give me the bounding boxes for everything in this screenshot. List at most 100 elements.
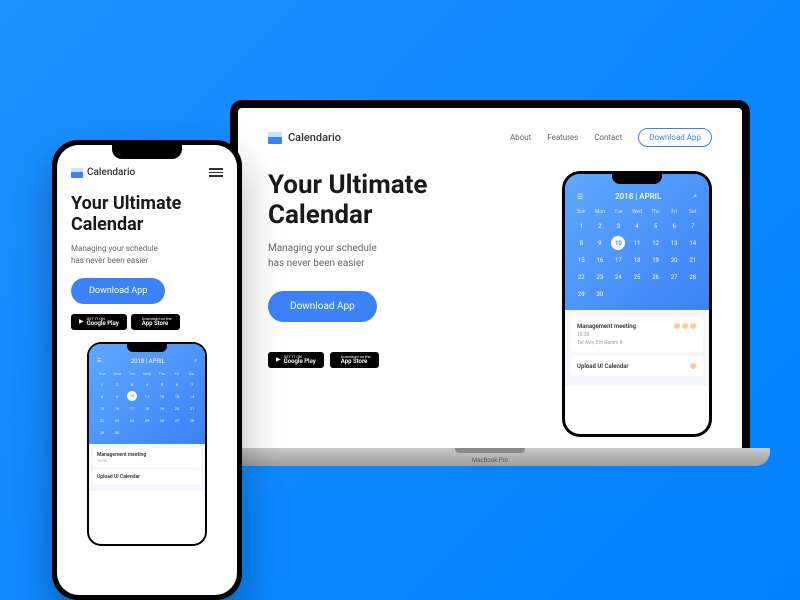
calendar-date[interactable]: 19 (155, 403, 169, 414)
calendar-date[interactable]: 3 (610, 219, 627, 234)
calendar-date[interactable]: 20 (666, 253, 683, 268)
nav-contact[interactable]: Contact (594, 133, 622, 142)
calendar-date[interactable]: 21 (684, 253, 701, 268)
desktop-header: Calendario About Features Contact Downlo… (268, 128, 712, 147)
calendar-date[interactable]: 13 (170, 391, 184, 402)
calendar-date[interactable]: 26 (647, 270, 664, 285)
calendar-date[interactable]: 25 (140, 415, 154, 426)
phone-notch (127, 344, 167, 352)
avatar (681, 322, 689, 330)
calendar-date[interactable]: 13 (666, 236, 683, 251)
event-item[interactable]: Upload UI Calendar (571, 356, 703, 376)
nav-about[interactable]: About (510, 133, 531, 142)
calendar-date[interactable]: 4 (629, 219, 646, 234)
hero-sub-l1: Managing your schedule (268, 243, 377, 254)
calendar-weekdays: SunMonTueWedThuFriSat (95, 371, 199, 376)
event-item[interactable]: Management meeting 10:30 Tel Aviv, Ein G… (571, 316, 703, 352)
calendar-date[interactable]: 23 (592, 270, 609, 285)
calendar-date[interactable]: 28 (185, 415, 199, 426)
calendar-date[interactable]: 21 (185, 403, 199, 414)
calendar-date[interactable]: 8 (573, 236, 590, 251)
menu-icon[interactable]: ☰ (97, 358, 101, 365)
calendar-date[interactable]: 27 (170, 415, 184, 426)
calendar-date[interactable]: 30 (592, 287, 609, 302)
calendar-date[interactable]: 4 (140, 379, 154, 390)
menu-icon[interactable]: ☰ (577, 193, 583, 201)
event-item[interactable]: Management meeting10:30 (93, 448, 201, 467)
app-store-badge[interactable]: Download on theApp Store (131, 314, 180, 330)
calendar-date[interactable]: 22 (95, 415, 109, 426)
calendar-date[interactable]: 26 (155, 415, 169, 426)
calendar-date[interactable]: 1 (573, 219, 590, 234)
calendar-date[interactable]: 25 (629, 270, 646, 285)
calendar-date[interactable]: 14 (684, 236, 701, 251)
calendar-date[interactable]: 11 (140, 391, 154, 402)
calendar-date[interactable]: 7 (185, 379, 199, 390)
calendar-date[interactable]: 30 (110, 427, 124, 438)
event-list: Management meeting 10:30 Tel Aviv, Ein G… (565, 310, 709, 386)
calendar-date[interactable]: 12 (155, 391, 169, 402)
hero-headline: Your Ultimate Calendar (71, 194, 223, 235)
calendar-date[interactable]: 16 (592, 253, 609, 268)
calendar-date[interactable]: 23 (110, 415, 124, 426)
hero-cta-button[interactable]: Download App (71, 278, 165, 304)
laptop-screen: Calendario About Features Contact Downlo… (238, 108, 742, 448)
calendar-date[interactable]: 6 (666, 219, 683, 234)
event-item[interactable]: Upload UI Calendar (93, 470, 201, 484)
calendar-date[interactable]: 18 (629, 253, 646, 268)
nav-features[interactable]: Features (547, 133, 578, 142)
app-store-badge[interactable]: Download on theApp Store (330, 352, 379, 368)
calendar-date[interactable]: 3 (125, 379, 139, 390)
calendar-date[interactable]: 15 (95, 403, 109, 414)
search-icon[interactable]: ⌕ (693, 192, 697, 201)
hamburger-icon[interactable] (209, 168, 223, 177)
google-play-badge[interactable]: ▶ GET IT ONGoogle Play (268, 352, 324, 368)
logo-icon (268, 132, 282, 144)
google-play-badge[interactable]: ▶ GET IT ONGoogle Play (71, 314, 127, 330)
calendar-date[interactable]: 17 (610, 253, 627, 268)
logo[interactable]: Calendario (268, 131, 341, 144)
nav-download-button[interactable]: Download App (638, 128, 712, 147)
calendar-date[interactable]: 18 (140, 403, 154, 414)
calendar-date[interactable]: 9 (110, 391, 124, 402)
as-name: App Store (142, 321, 172, 327)
calendar-date[interactable]: 24 (610, 270, 627, 285)
logo[interactable]: Calendario (71, 167, 135, 178)
calendar-date[interactable]: 5 (647, 219, 664, 234)
logo-text: Calendario (87, 167, 135, 178)
calendar-grid[interactable]: 1234567891011121314151617181920212223242… (95, 379, 199, 438)
calendar-date[interactable]: 17 (125, 403, 139, 414)
calendar-date[interactable]: 1 (95, 379, 109, 390)
calendar-header: ☰ 2018 | APRIL ⌕ Sun Mon Tue Wed Thu Fri (565, 174, 709, 310)
calendar-date[interactable]: 9 (592, 236, 609, 251)
calendar-date[interactable]: 7 (684, 219, 701, 234)
calendar-date[interactable]: 2 (110, 379, 124, 390)
event-title: Upload UI Calendar (97, 474, 197, 480)
calendar-date[interactable]: 14 (185, 391, 199, 402)
calendar-date[interactable]: 19 (647, 253, 664, 268)
calendar-date[interactable]: 28 (684, 270, 701, 285)
calendar-date[interactable]: 2 (592, 219, 609, 234)
calendar-date[interactable]: 24 (125, 415, 139, 426)
phone-screen: Calendario Your Ultimate Calendar Managi… (57, 145, 237, 595)
nested-screen: ☰ 2018 | APRIL ⌕ SunMonTueWedThuFriSat 1… (89, 344, 205, 544)
calendar-date[interactable]: 11 (629, 236, 646, 251)
calendar-date[interactable]: 8 (95, 391, 109, 402)
calendar-date[interactable]: 5 (155, 379, 169, 390)
calendar-date[interactable]: 29 (573, 287, 590, 302)
calendar-date[interactable]: 15 (573, 253, 590, 268)
calendar-date[interactable]: 6 (170, 379, 184, 390)
calendar-grid[interactable]: 1234567891011121314151617181920212223242… (573, 219, 701, 302)
calendar-date[interactable]: 27 (666, 270, 683, 285)
calendar-date[interactable]: 10 (127, 391, 137, 401)
calendar-date[interactable]: 20 (170, 403, 184, 414)
search-icon[interactable]: ⌕ (194, 358, 197, 365)
calendar-date[interactable]: 12 (647, 236, 664, 251)
calendar-date[interactable]: 29 (95, 427, 109, 438)
event-title: Upload UI Calendar (577, 363, 629, 370)
hero-cta-button[interactable]: Download App (268, 291, 377, 322)
calendar-date[interactable]: 10 (611, 236, 625, 250)
day-mon: Mon (592, 209, 609, 215)
calendar-date[interactable]: 16 (110, 403, 124, 414)
calendar-date[interactable]: 22 (573, 270, 590, 285)
